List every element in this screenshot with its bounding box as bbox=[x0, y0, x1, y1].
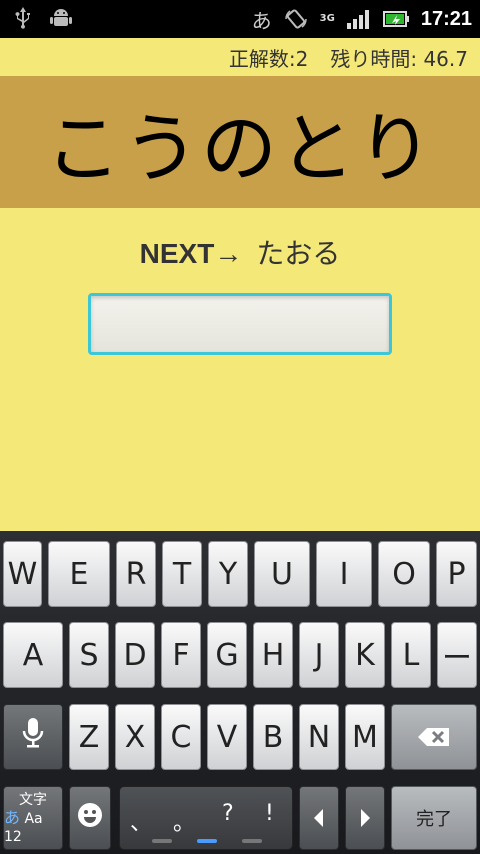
current-word: こうのとり bbox=[45, 104, 435, 193]
score-text: 正解数:2 bbox=[228, 46, 309, 71]
key-i[interactable]: I bbox=[316, 541, 372, 607]
clock: 17:21 bbox=[420, 7, 472, 30]
page-indicator bbox=[152, 839, 172, 843]
key-e[interactable]: E bbox=[48, 541, 110, 607]
ime-indicator: あ bbox=[251, 8, 272, 33]
emoji-button[interactable] bbox=[69, 786, 111, 850]
answer-input[interactable] bbox=[88, 293, 392, 355]
arrow-right-icon bbox=[359, 801, 371, 836]
microphone-icon bbox=[22, 717, 44, 757]
key-long-vowel[interactable]: ー bbox=[437, 622, 477, 688]
key-r[interactable]: R bbox=[116, 541, 156, 607]
arrow-left-icon bbox=[313, 801, 325, 836]
game-info: 正解数:2 残り時間: 46.7 bbox=[0, 38, 480, 76]
next-label: NEXT→ bbox=[139, 238, 243, 269]
signal-icon bbox=[346, 9, 371, 29]
page-indicator bbox=[242, 839, 262, 843]
key-o[interactable]: O bbox=[378, 541, 430, 607]
time-left-text: 残り時間: 46.7 bbox=[330, 46, 468, 71]
key-l[interactable]: L bbox=[391, 622, 431, 688]
battery-icon bbox=[382, 10, 409, 28]
key-v[interactable]: V bbox=[207, 704, 247, 770]
done-button[interactable]: 完了 bbox=[391, 786, 477, 850]
key-g[interactable]: G bbox=[207, 622, 247, 688]
punct-exclamation[interactable]: ! bbox=[265, 801, 274, 826]
key-d[interactable]: D bbox=[115, 622, 155, 688]
key-p[interactable]: P bbox=[436, 541, 477, 607]
smiley-icon bbox=[77, 801, 103, 836]
key-j[interactable]: J bbox=[299, 622, 339, 688]
input-mode-options: あ Aa 12 bbox=[4, 807, 43, 845]
status-bar: あ 3G 17:21 bbox=[0, 0, 480, 38]
rotation-icon bbox=[284, 7, 308, 31]
key-w[interactable]: W bbox=[3, 541, 42, 607]
key-f[interactable]: F bbox=[161, 622, 201, 688]
usb-icon bbox=[14, 7, 32, 29]
backspace-icon bbox=[417, 720, 451, 755]
next-word-line: NEXT→ たおる bbox=[0, 232, 480, 272]
soft-keyboard: W E R T Y U I O P A S D F G H J K L ー Z … bbox=[0, 531, 480, 854]
punctuation-candidate-bar[interactable]: 、 。 ? ! bbox=[119, 786, 293, 850]
key-m[interactable]: M bbox=[345, 704, 385, 770]
key-t[interactable]: T bbox=[162, 541, 202, 607]
key-y[interactable]: Y bbox=[208, 541, 248, 607]
key-z[interactable]: Z bbox=[69, 704, 109, 770]
key-u[interactable]: U bbox=[254, 541, 310, 607]
key-c[interactable]: C bbox=[161, 704, 201, 770]
key-a[interactable]: A bbox=[3, 622, 63, 688]
key-x[interactable]: X bbox=[115, 704, 155, 770]
cursor-left-button[interactable] bbox=[299, 786, 339, 850]
network-type: 3G bbox=[319, 13, 335, 24]
key-n[interactable]: N bbox=[299, 704, 339, 770]
key-h[interactable]: H bbox=[253, 622, 293, 688]
android-debug-icon bbox=[50, 7, 72, 29]
input-mode-button[interactable]: 文字 あ Aa 12 bbox=[3, 786, 63, 850]
key-k[interactable]: K bbox=[345, 622, 385, 688]
current-word-panel: こうのとり bbox=[0, 76, 480, 208]
punct-comma[interactable]: 、 bbox=[130, 805, 152, 837]
backspace-button[interactable] bbox=[391, 704, 477, 770]
cursor-right-button[interactable] bbox=[345, 786, 385, 850]
next-word: たおる bbox=[256, 237, 341, 270]
page-indicator-active bbox=[197, 839, 217, 843]
voice-input-button[interactable] bbox=[3, 704, 63, 770]
punct-period[interactable]: 。 bbox=[173, 805, 195, 837]
key-s[interactable]: S bbox=[69, 622, 109, 688]
key-b[interactable]: B bbox=[253, 704, 293, 770]
punct-question[interactable]: ? bbox=[222, 801, 234, 826]
input-mode-label: 文字 bbox=[19, 791, 47, 808]
